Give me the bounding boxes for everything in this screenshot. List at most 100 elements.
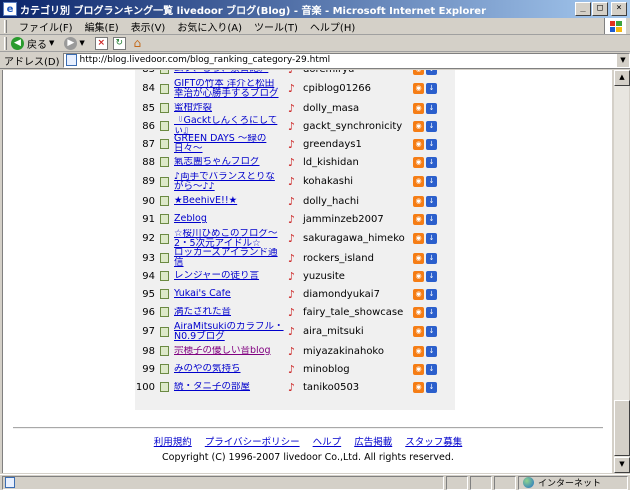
- page-icon: [65, 54, 77, 66]
- footer-link-privacy[interactable]: プライバシーポリシー: [205, 437, 300, 448]
- reader-icon[interactable]: ↓: [426, 288, 437, 300]
- reader-icon[interactable]: ↓: [426, 176, 437, 187]
- globe-icon: [523, 477, 534, 488]
- menu-tools[interactable]: ツール(T): [248, 19, 304, 34]
- rss-icon[interactable]: ◉: [413, 83, 424, 94]
- blog-title-link[interactable]: ロッカーズアイランド通信: [174, 248, 284, 268]
- menu-help[interactable]: ヘルプ(H): [304, 19, 361, 34]
- blog-title-link[interactable]: 満たされた音: [174, 307, 284, 317]
- reader-icon[interactable]: ↓: [426, 326, 437, 337]
- rss-icon[interactable]: ◉: [413, 70, 424, 75]
- reader-icon[interactable]: ↓: [426, 306, 437, 318]
- user-icon: ♪: [288, 101, 296, 115]
- maximize-button[interactable]: □: [592, 2, 608, 16]
- blog-title-link[interactable]: ♪両手でバランスとりながら～♪♪: [174, 172, 284, 192]
- address-dropdown-icon[interactable]: ▼: [616, 53, 629, 67]
- reader-icon[interactable]: ↓: [426, 120, 437, 132]
- blog-title-link[interactable]: AiraMitsukiのカラフル・N0.9ブログ: [174, 322, 284, 342]
- reader-icon[interactable]: ↓: [426, 270, 437, 282]
- rss-icon[interactable]: ◉: [413, 138, 424, 150]
- blog-title-link[interactable]: レンジャーの徒り言: [174, 271, 284, 281]
- rss-icon[interactable]: ◉: [413, 288, 424, 300]
- rss-icon[interactable]: ◉: [413, 156, 424, 168]
- footer-link-recruit[interactable]: スタッフ募集: [405, 437, 462, 448]
- reader-icon[interactable]: ↓: [426, 83, 437, 94]
- rss-icon[interactable]: ◉: [413, 363, 424, 375]
- rss-icon[interactable]: ◉: [413, 306, 424, 318]
- scroll-down-icon[interactable]: ▼: [614, 457, 630, 473]
- rss-icon[interactable]: ◉: [413, 120, 424, 132]
- rss-icon[interactable]: ◉: [413, 213, 424, 225]
- blog-title-link[interactable]: 蜜柑炸裂: [174, 103, 284, 113]
- vertical-scrollbar[interactable]: ▲ ▼: [613, 70, 630, 473]
- blog-title-link[interactable]: 氣志團ちゃんブログ: [174, 157, 284, 167]
- minimize-button[interactable]: _: [575, 2, 591, 16]
- rss-icon[interactable]: ◉: [413, 195, 424, 207]
- reader-icon[interactable]: ↓: [426, 213, 437, 225]
- footer-link-help[interactable]: ヘルプ: [313, 437, 342, 448]
- address-input[interactable]: http://blog.livedoor.com/blog_ranking_ca…: [62, 52, 630, 68]
- home-icon[interactable]: ⌂: [131, 36, 144, 50]
- reader-icon[interactable]: ↓: [426, 195, 437, 207]
- blog-user-id: cpiblog01266: [303, 83, 372, 94]
- blog-title-link[interactable]: GREEN DAYS ～緑の日々～: [174, 134, 284, 154]
- rank-number: 87: [142, 138, 155, 150]
- blog-title-link[interactable]: ★BeehivE!!★: [174, 196, 284, 206]
- back-button[interactable]: ◀ 戻る ▼: [11, 36, 59, 51]
- menu-edit[interactable]: 編集(E): [79, 19, 125, 34]
- rss-icon[interactable]: ◉: [413, 233, 424, 244]
- forward-dropdown-icon[interactable]: ▼: [79, 39, 84, 47]
- scroll-up-icon[interactable]: ▲: [614, 70, 630, 86]
- blog-icon: [160, 214, 169, 224]
- rss-icon[interactable]: ◉: [413, 326, 424, 337]
- blog-user-id: miyazakinahoko: [303, 345, 384, 357]
- rss-icon[interactable]: ◉: [413, 381, 424, 393]
- rss-icon[interactable]: ◉: [413, 102, 424, 114]
- menu-grip: [4, 19, 7, 33]
- blog-title-link[interactable]: GIFTの竹本 洋介と松田 幸治が心勝手するブログ: [174, 79, 284, 99]
- status-bar: インターネット: [0, 474, 630, 490]
- reader-icon[interactable]: ↓: [426, 156, 437, 168]
- blog-icon: [160, 364, 169, 374]
- reader-icon[interactable]: ↓: [426, 252, 437, 264]
- blog-title-link[interactable]: Zeblog: [174, 214, 284, 224]
- reader-icon[interactable]: ↓: [426, 138, 437, 150]
- blog-title-link[interactable]: 『Gacktしんくろにしてぃ』: [174, 116, 284, 136]
- rss-icon[interactable]: ◉: [413, 176, 424, 187]
- reader-icon[interactable]: ↓: [426, 381, 437, 393]
- rss-icon[interactable]: ◉: [413, 252, 424, 264]
- refresh-icon[interactable]: ↻: [112, 36, 126, 50]
- blog-title-link[interactable]: ムラ、むら、紫日記。: [174, 70, 284, 74]
- menu-file[interactable]: ファイル(F): [13, 19, 79, 34]
- forward-button[interactable]: ▶ ▼: [64, 36, 89, 50]
- rss-icon[interactable]: ◉: [413, 345, 424, 357]
- footer-link-ads[interactable]: 広告掲載: [354, 437, 392, 448]
- reader-icon[interactable]: ↓: [426, 70, 437, 75]
- reader-icon[interactable]: ↓: [426, 233, 437, 244]
- rss-icon[interactable]: ◉: [413, 270, 424, 282]
- reader-icon[interactable]: ↓: [426, 345, 437, 357]
- reader-icon[interactable]: ↓: [426, 363, 437, 375]
- blog-title-link[interactable]: Yukai's Cafe: [174, 289, 284, 299]
- close-button[interactable]: ×: [611, 2, 627, 16]
- table-row: 84 GIFTの竹本 洋介と松田 幸治が心勝手するブログ ♪ cpiblog01266…: [135, 78, 455, 99]
- title-bar[interactable]: e カテゴリ別 ブログランキング一覧 livedoor ブログ(Blog) - …: [0, 0, 630, 18]
- blog-user-id: sakuragawa_himeko: [303, 233, 405, 244]
- menu-favorites[interactable]: お気に入り(A): [171, 19, 248, 34]
- back-dropdown-icon[interactable]: ▼: [49, 39, 54, 47]
- reader-icon[interactable]: ↓: [426, 102, 437, 114]
- footer-link-terms[interactable]: 利用規約: [154, 437, 192, 448]
- user-icon: ♪: [288, 232, 296, 245]
- blog-icon: [160, 83, 169, 94]
- blog-title-link[interactable]: みのやの気持ち: [174, 364, 284, 374]
- blog-title-link[interactable]: 続・タニ子の部屋: [174, 382, 284, 392]
- rank-number: 93: [142, 252, 155, 264]
- blog-title-link[interactable]: 宗穂子の優しい音blog: [174, 346, 284, 356]
- scroll-thumb[interactable]: [614, 400, 630, 456]
- stop-icon[interactable]: ×: [94, 36, 108, 50]
- table-row: 100 続・タニ子の部屋 ♪ taniko0503 ◉ ↓: [135, 378, 455, 396]
- copyright: Copyright (C) 1996-2007 livedoor Co.,Ltd…: [162, 452, 454, 463]
- table-row: 85 蜜柑炸裂 ♪ dolly_masa ◉ ↓: [135, 99, 455, 117]
- blog-title-link[interactable]: ☆桜川ひめこのブログ～2・5次元アイドル☆: [174, 229, 284, 249]
- menu-view[interactable]: 表示(V): [125, 19, 172, 34]
